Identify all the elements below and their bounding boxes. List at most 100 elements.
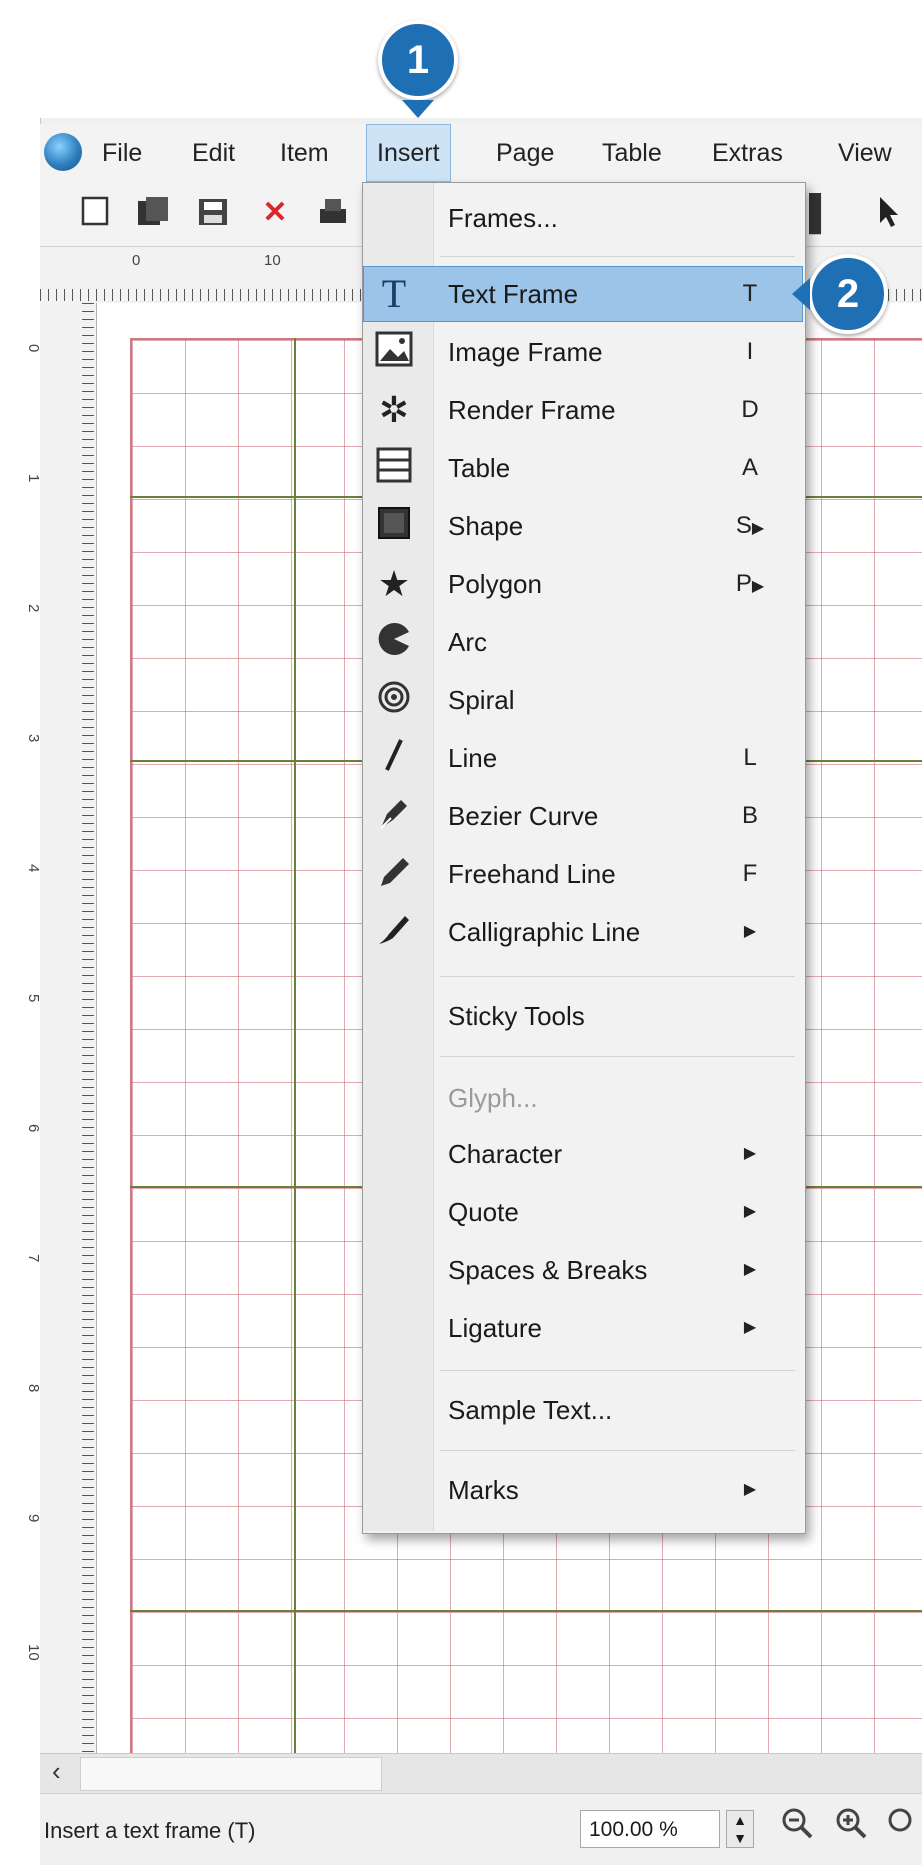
step-2-callout: 2	[808, 254, 888, 334]
menu-item-label: Calligraphic Line	[448, 917, 641, 947]
menu-page[interactable]: Page	[486, 124, 564, 182]
ruler-label: 10	[25, 1644, 42, 1661]
menu-item[interactable]: Item	[270, 124, 339, 182]
submenu-arrow-icon: ▶	[743, 1261, 757, 1278]
pencil-icon	[372, 852, 416, 896]
zoom-in-icon[interactable]	[832, 1806, 870, 1850]
zoom-field[interactable]: 100.00 %	[580, 1810, 720, 1848]
menu-item-shortcut: I	[746, 338, 754, 365]
menu-item-arc[interactable]	[363, 614, 803, 670]
table-icon	[372, 446, 416, 490]
menu-item-label: Image Frame	[448, 337, 603, 367]
menu-item-shortcut: L	[743, 744, 757, 771]
ruler-label: 3	[25, 734, 42, 743]
menu-item-label: Glyph...	[448, 1083, 538, 1113]
bezier-pen-icon	[372, 794, 416, 838]
ruler-label: 0	[25, 344, 42, 353]
menu-item-frames[interactable]	[363, 190, 803, 246]
menu-extras[interactable]: Extras	[702, 124, 793, 182]
menu-item-label: Sample Text...	[448, 1395, 613, 1425]
menu-item-label: Line	[448, 743, 498, 773]
save-icon[interactable]	[196, 195, 230, 231]
zoom-spinner[interactable]: ▲ ▼	[726, 1810, 754, 1848]
image-frame-icon	[372, 330, 416, 374]
callout-pointer	[792, 278, 810, 310]
menu-separator	[440, 1450, 795, 1451]
menu-item-label: Polygon	[448, 569, 542, 599]
menu-item-label: Spiral	[448, 685, 515, 715]
shape-icon	[372, 504, 416, 548]
close-icon[interactable]: ✕	[258, 195, 292, 231]
line-icon	[372, 736, 416, 780]
menu-item-shortcut: D	[741, 396, 759, 423]
menu-item-label: Shape	[448, 511, 524, 541]
open-icon[interactable]	[136, 195, 170, 231]
menu-item-shortcut: A	[741, 454, 758, 481]
scrollbar-thumb[interactable]	[80, 1757, 382, 1791]
ruler-label: 2	[25, 604, 42, 613]
menu-file[interactable]: File	[92, 124, 152, 182]
text-frame-icon: T	[381, 271, 407, 316]
submenu-arrow-icon: ▶	[743, 1319, 757, 1336]
ruler-label: 6	[25, 1124, 42, 1133]
menu-item-label: Marks	[448, 1475, 519, 1505]
step-1-callout: 1	[378, 20, 458, 100]
select-arrow-icon[interactable]	[872, 195, 906, 231]
zoom-out-icon[interactable]	[778, 1806, 816, 1850]
menu-item-label: Character	[448, 1139, 563, 1169]
ruler-label: 7	[25, 1254, 42, 1263]
menu-separator	[440, 1056, 795, 1057]
menu-item-label: Quote	[448, 1197, 519, 1227]
menu-item-shortcut: F	[742, 860, 758, 887]
spiral-icon	[372, 678, 416, 722]
menu-separator	[440, 256, 795, 257]
ruler-label: 8	[25, 1384, 42, 1393]
submenu-arrow-icon: ▶	[743, 1481, 757, 1498]
menu-item-label: Frames...	[448, 203, 558, 233]
menu-item-label: Table	[448, 453, 511, 483]
zoom-fit-icon[interactable]	[884, 1806, 922, 1850]
menu-item-shortcut: B	[741, 802, 758, 829]
submenu-arrow-icon: ▶	[743, 1145, 757, 1162]
menu-item-label: Text Frame	[448, 279, 579, 309]
star-polygon-icon: ★	[377, 563, 411, 604]
menu-item-label: Render Frame	[448, 395, 616, 425]
guide-line	[294, 338, 296, 1753]
menu-item-label: Bezier Curve	[448, 801, 599, 831]
menu-item-label: Freehand Line	[448, 859, 616, 889]
menu-view[interactable]: View	[828, 124, 902, 182]
calligraphy-pen-icon	[372, 910, 416, 954]
menu-item-label: Spaces & Breaks	[448, 1255, 648, 1285]
ruler-label: 9	[25, 1514, 42, 1523]
app-logo-icon	[44, 133, 82, 171]
scroll-left-icon[interactable]: ‹	[52, 1756, 61, 1787]
ruler-label: 10	[264, 252, 281, 269]
vertical-ruler[interactable]	[40, 303, 97, 1753]
callout-pointer	[402, 100, 434, 118]
menu-item-label: Sticky Tools	[448, 1001, 585, 1031]
ruler-label: 4	[25, 864, 42, 873]
status-text: Insert a text frame (T)	[44, 1818, 256, 1843]
menu-item-label: Arc	[448, 627, 487, 657]
menu-item-glyph	[363, 1070, 803, 1126]
render-frame-icon: ✲	[378, 389, 410, 430]
arc-icon	[372, 620, 416, 664]
menu-insert[interactable]: Insert	[366, 124, 451, 182]
ruler-label: 1	[25, 474, 42, 483]
submenu-arrow-icon: ▶	[743, 923, 757, 940]
print-icon[interactable]	[316, 195, 350, 231]
menu-item-shortcut: P▶	[735, 570, 765, 597]
menu-edit[interactable]: Edit	[182, 124, 245, 182]
menu-table[interactable]: Table	[592, 124, 672, 182]
menu-separator	[440, 1370, 795, 1371]
menu-item-spiral[interactable]	[363, 672, 803, 728]
guide-line	[130, 1610, 922, 1612]
menu-item-shortcut: S▶	[735, 512, 765, 539]
menu-item-shortcut: T	[742, 280, 758, 307]
new-document-icon[interactable]	[78, 195, 112, 231]
submenu-arrow-icon: ▶	[743, 1203, 757, 1220]
ruler-label: 0	[132, 252, 141, 269]
toolbar-separator-icon: ▌	[808, 194, 834, 232]
menu-separator	[440, 976, 795, 977]
menu-item-label: Ligature	[448, 1313, 542, 1343]
